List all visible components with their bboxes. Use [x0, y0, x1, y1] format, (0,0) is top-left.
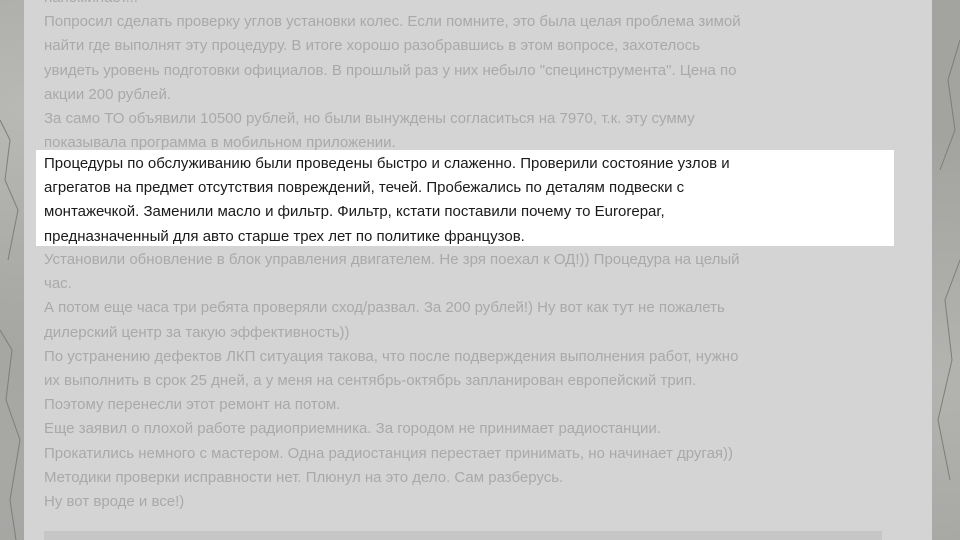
- highlighted-paragraph: Процедуры по обслуживанию были проведены…: [36, 150, 894, 246]
- article-text-above: напоминает... Попросил сделать проверку …: [44, 0, 804, 155]
- paragraph-line: дилерский центр за такую эффективность)): [44, 323, 350, 341]
- paragraph-line: увидеть уровень подготовки официалов. В …: [44, 61, 737, 79]
- paragraph-line: Прокатились немного с мастером. Одна рад…: [44, 444, 734, 462]
- paragraph-line: Попросил сделать проверку углов установк…: [44, 13, 741, 31]
- highlighted-line: Процедуры по обслуживанию были проведены…: [44, 155, 730, 172]
- paragraph-line: По устранению дефектов ЛКП ситуация тако…: [44, 347, 739, 365]
- highlighted-line: агрегатов на предмет отсутствия поврежде…: [44, 179, 685, 197]
- paragraph-line: найти где выполнят эту процедуру. В итог…: [44, 37, 701, 55]
- paragraph-line: Ну вот вроде и все!): [44, 493, 185, 511]
- article-page: напоминает... Попросил сделать проверку …: [24, 0, 932, 540]
- paragraph-line: акции 200 рублей.: [44, 85, 172, 103]
- paragraph-line: Методики проверки исправности нет. Плюну…: [44, 468, 564, 486]
- paragraph-line: Установили обновление в блок управления …: [44, 251, 740, 268]
- paragraph-line: их выполнить в срок 25 дней, а у меня на…: [44, 372, 697, 390]
- paragraph-line: Поэтому перенесли этот ремонт на потом.: [44, 396, 341, 414]
- footer-panel: [44, 531, 882, 540]
- highlighted-line: монтажечкой. Заменили масло и фильтр. Фи…: [44, 203, 665, 221]
- paragraph-line: Еще заявил о плохой работе радиоприемник…: [44, 420, 661, 438]
- highlighted-line: предназначенный для авто старше трех лет…: [44, 227, 525, 245]
- highlighted-text: Процедуры по обслуживанию были проведены…: [44, 152, 804, 249]
- article-text-below: Установили обновление в блок управления …: [44, 248, 804, 514]
- paragraph-line: час.: [44, 275, 72, 293]
- paragraph-line: напоминает...: [44, 0, 804, 10]
- paragraph-line: А потом еще часа три ребята проверяли сх…: [44, 299, 725, 317]
- paragraph-line: За само ТО объявили 10500 рублей, но был…: [44, 110, 695, 128]
